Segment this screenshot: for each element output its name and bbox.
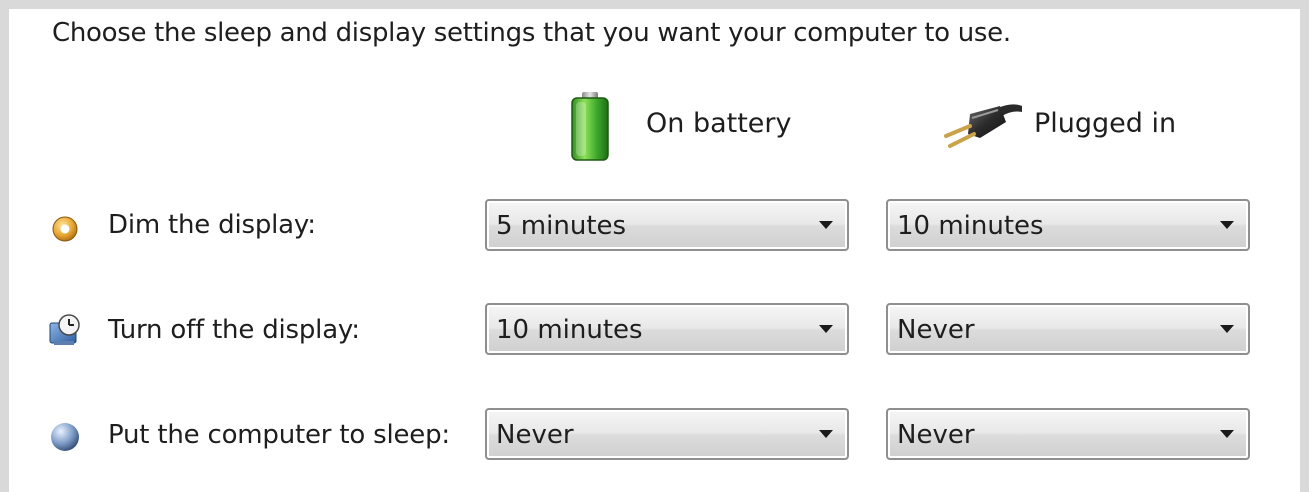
chevron-down-icon [819, 430, 833, 438]
plugged-column-label: Plugged in [1034, 108, 1177, 139]
power-plug-icon [944, 104, 1022, 148]
dropdown-selected-value: 10 minutes [496, 315, 643, 345]
battery-column-label: On battery [646, 108, 792, 139]
dim-display-plugged-dropdown[interactable]: 10 minutes [886, 199, 1250, 251]
sleep-moon-icon [51, 423, 79, 451]
chevron-down-icon [1220, 325, 1234, 333]
chevron-down-icon [1220, 221, 1234, 229]
dim-display-icon [52, 216, 78, 242]
dim-display-battery-dropdown[interactable]: 5 minutes [485, 199, 849, 251]
sleep-plugged-dropdown[interactable]: Never [886, 408, 1250, 460]
sleep-battery-dropdown[interactable]: Never [485, 408, 849, 460]
turn-off-display-icon [49, 314, 80, 345]
sleep-label: Put the computer to sleep: [108, 420, 450, 450]
turn-off-display-battery-dropdown[interactable]: 10 minutes [485, 303, 849, 355]
dropdown-selected-value: 5 minutes [496, 211, 627, 241]
battery-icon [571, 92, 609, 161]
chevron-down-icon [1220, 430, 1234, 438]
dropdown-selected-value: 10 minutes [897, 211, 1044, 241]
dropdown-selected-value: Never [897, 420, 975, 450]
chevron-down-icon [819, 221, 833, 229]
dropdown-selected-value: Never [496, 420, 574, 450]
dim-display-label: Dim the display: [108, 210, 316, 240]
turn-off-display-plugged-dropdown[interactable]: Never [886, 303, 1250, 355]
dropdown-selected-value: Never [897, 315, 975, 345]
chevron-down-icon [819, 325, 833, 333]
turn-off-display-label: Turn off the display: [108, 315, 360, 345]
intro-text: Choose the sleep and display settings th… [52, 18, 1011, 48]
